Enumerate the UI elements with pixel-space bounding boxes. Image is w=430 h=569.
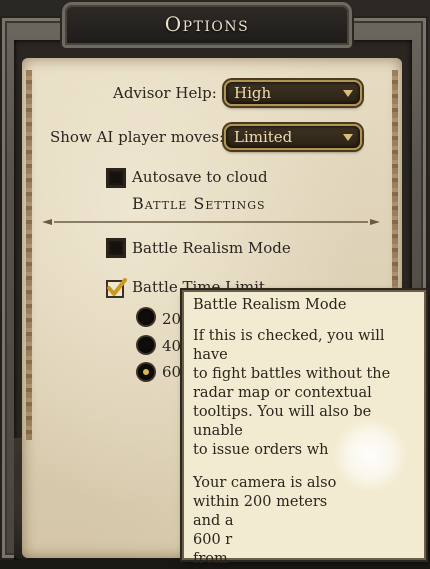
tooltip-paragraph-1: If this is checked, you will have to fig… — [193, 328, 391, 458]
time-option-60-radio[interactable] — [138, 364, 154, 380]
checkmark-icon — [107, 278, 127, 296]
time-option-20-radio[interactable] — [138, 309, 154, 325]
time-option-40-radio[interactable] — [138, 337, 154, 353]
chevron-down-icon — [343, 90, 353, 97]
advisor-help-dropdown[interactable]: High — [224, 80, 362, 106]
ai-moves-dropdown[interactable]: Limited — [224, 124, 362, 150]
section-divider — [42, 219, 380, 225]
options-title-tab: Options — [62, 2, 352, 48]
battle-settings-heading: Battle Settings — [132, 194, 266, 213]
advisor-help-label: Advisor Help: — [113, 84, 217, 102]
chevron-down-icon — [343, 134, 353, 141]
autosave-label: Autosave to cloud — [132, 168, 268, 186]
ai-moves-value: Limited — [234, 128, 293, 146]
battle-time-limit-checkbox[interactable] — [106, 278, 127, 298]
autosave-checkbox[interactable] — [106, 168, 126, 188]
checkbox-fill-icon — [111, 243, 121, 253]
ai-moves-label: Show AI player moves: — [50, 128, 225, 146]
tooltip-paragraph-2: Your camera is also within 200 meters an… — [193, 475, 337, 567]
checkbox-fill-icon — [111, 173, 121, 183]
battle-realism-tooltip: Battle Realism Mode If this is checked, … — [182, 290, 426, 567]
parchment-left-edge — [26, 70, 32, 440]
options-title: Options — [164, 12, 250, 36]
battle-realism-label: Battle Realism Mode — [132, 239, 291, 257]
tooltip-title: Battle Realism Mode — [193, 297, 347, 313]
battle-realism-checkbox[interactable] — [106, 238, 126, 258]
advisor-help-value: High — [234, 84, 272, 102]
